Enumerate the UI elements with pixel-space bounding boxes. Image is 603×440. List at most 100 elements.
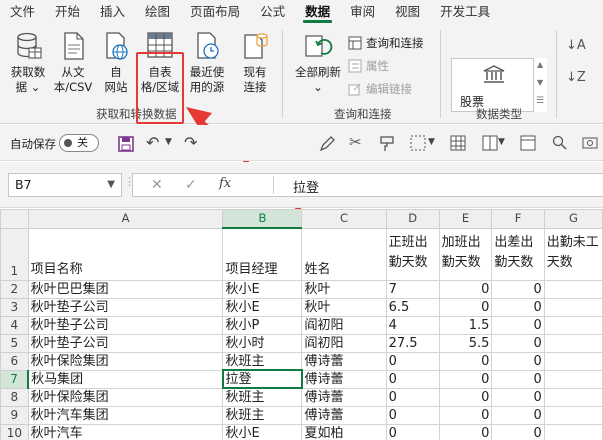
formula-input[interactable]: 拉登	[293, 177, 319, 196]
cell[interactable]: 7	[385, 279, 440, 299]
cell[interactable]: 5.5	[438, 333, 493, 353]
column-header-g[interactable]: G	[543, 209, 603, 229]
row-header[interactable]: 8	[0, 387, 29, 407]
header-cell[interactable]: 项目名称	[27, 227, 224, 281]
cell[interactable]: 傅诗蕾	[301, 387, 387, 407]
cell[interactable]: 秋叶保险集团	[27, 351, 224, 371]
cell[interactable]: 0	[438, 369, 493, 389]
row-header[interactable]: 10	[0, 423, 29, 440]
cell[interactable]	[543, 333, 603, 353]
border-dropdown-icon[interactable]: ▼	[428, 137, 435, 147]
cell[interactable]: 傅诗蕾	[301, 405, 387, 425]
cell[interactable]: 0	[438, 387, 493, 407]
autosave-toggle[interactable]: 关	[59, 134, 99, 152]
header-cell[interactable]: 正班出勤天数	[385, 227, 440, 281]
cell[interactable]: 0	[491, 297, 545, 317]
cell[interactable]: 1.5	[438, 315, 493, 335]
select-all-corner[interactable]	[0, 209, 29, 229]
column-header-d[interactable]: D	[385, 209, 440, 229]
cell[interactable]: 0	[438, 351, 493, 371]
cut-icon[interactable]: ✂	[349, 133, 362, 151]
cell[interactable]	[543, 351, 603, 371]
row-header[interactable]: 9	[0, 405, 29, 425]
cell[interactable]: 0	[385, 369, 440, 389]
cell[interactable]: 秋班主	[222, 351, 303, 371]
cell[interactable]: 秋小E	[222, 279, 303, 299]
cell[interactable]: 0	[385, 351, 440, 371]
cell[interactable]: 4	[385, 315, 440, 335]
cell[interactable]: 秋叶保险集团	[27, 387, 224, 407]
cell[interactable]: 秋马集团	[27, 369, 224, 389]
pencil-icon[interactable]	[318, 135, 336, 153]
header-cell[interactable]: 加班出勤天数	[438, 227, 493, 281]
cell[interactable]: 0	[385, 405, 440, 425]
cell[interactable]	[543, 279, 603, 299]
screenshot-icon[interactable]	[582, 135, 598, 151]
cell[interactable]: 阎初阳	[301, 315, 387, 335]
cell[interactable]: 27.5	[385, 333, 440, 353]
row-header[interactable]: 2	[0, 279, 29, 299]
format-painter-icon[interactable]	[378, 135, 396, 153]
cell[interactable]	[543, 405, 603, 425]
cell[interactable]	[543, 297, 603, 317]
cell[interactable]: 6.5	[385, 297, 440, 317]
cell[interactable]: 秋叶	[301, 297, 387, 317]
header-cell[interactable]: 出勤未工天数	[543, 227, 603, 281]
cell[interactable]: 0	[491, 405, 545, 425]
cell[interactable]: 傅诗蕾	[301, 351, 387, 371]
undo-dropdown-icon[interactable]: ▼	[165, 137, 172, 147]
chevron-down-icon[interactable]: ▼	[107, 174, 115, 196]
cell[interactable]: 秋叶	[301, 279, 387, 299]
active-cell[interactable]: 拉登	[221, 369, 303, 389]
merge-cells-icon[interactable]	[482, 135, 498, 151]
cell[interactable]: 秋叶汽车	[27, 423, 224, 440]
header-cell[interactable]: 姓名	[301, 227, 387, 281]
header-cell[interactable]: 出差出勤天数	[491, 227, 545, 281]
enter-icon[interactable]: ✓	[185, 177, 197, 193]
insert-function-icon[interactable]: fx	[219, 176, 231, 191]
cell[interactable]: 秋小时	[222, 333, 303, 353]
cancel-icon[interactable]: ✕	[151, 177, 163, 193]
row-header[interactable]: 5	[0, 333, 29, 353]
cell[interactable]: 傅诗蕾	[301, 369, 387, 389]
column-header-a[interactable]: A	[27, 209, 224, 229]
table-format-icon[interactable]	[450, 135, 466, 151]
cell[interactable]: 0	[491, 387, 545, 407]
cell[interactable]: 0	[438, 297, 493, 317]
row-header[interactable]: 1	[0, 227, 29, 281]
header-cell[interactable]: 项目经理	[222, 227, 303, 281]
cell[interactable]: 0	[491, 315, 545, 335]
cell[interactable]: 0	[491, 369, 545, 389]
row-header[interactable]: 7	[0, 369, 30, 389]
grid-dropdown-icon[interactable]: ▼	[498, 137, 505, 147]
cell[interactable]: 0	[491, 279, 545, 299]
undo-icon[interactable]: ↶	[146, 133, 159, 152]
cell[interactable]: 秋班主	[222, 405, 303, 425]
cell[interactable]: 0	[491, 351, 545, 371]
cell[interactable]: 0	[438, 423, 493, 440]
row-header[interactable]: 4	[0, 315, 29, 335]
zoom-icon[interactable]	[552, 135, 568, 151]
row-header[interactable]: 6	[0, 351, 29, 371]
cell[interactable]: 秋叶垫子公司	[27, 315, 224, 335]
save-icon[interactable]	[118, 136, 134, 152]
cell[interactable]: 秋叶巴巴集团	[27, 279, 224, 299]
cell[interactable]: 秋小E	[222, 297, 303, 317]
column-header-b[interactable]: B	[222, 209, 303, 229]
cell[interactable]	[543, 369, 603, 389]
cell[interactable]: 秋小P	[222, 315, 303, 335]
cell[interactable]: 秋叶垫子公司	[27, 297, 224, 317]
cell[interactable]: 秋叶汽车集团	[27, 405, 224, 425]
cell[interactable]: 0	[385, 387, 440, 407]
sheet-icon[interactable]	[520, 135, 536, 151]
column-header-f[interactable]: F	[491, 209, 545, 229]
column-header-c[interactable]: C	[301, 209, 387, 229]
cell[interactable]	[543, 315, 603, 335]
cell[interactable]: 0	[438, 405, 493, 425]
column-header-e[interactable]: E	[438, 209, 493, 229]
redo-icon[interactable]: ↷	[184, 133, 197, 152]
row-header[interactable]: 3	[0, 297, 29, 317]
cell[interactable]: 阎初阳	[301, 333, 387, 353]
cell[interactable]: 0	[491, 333, 545, 353]
name-box[interactable]: B7 ▼	[8, 173, 122, 197]
